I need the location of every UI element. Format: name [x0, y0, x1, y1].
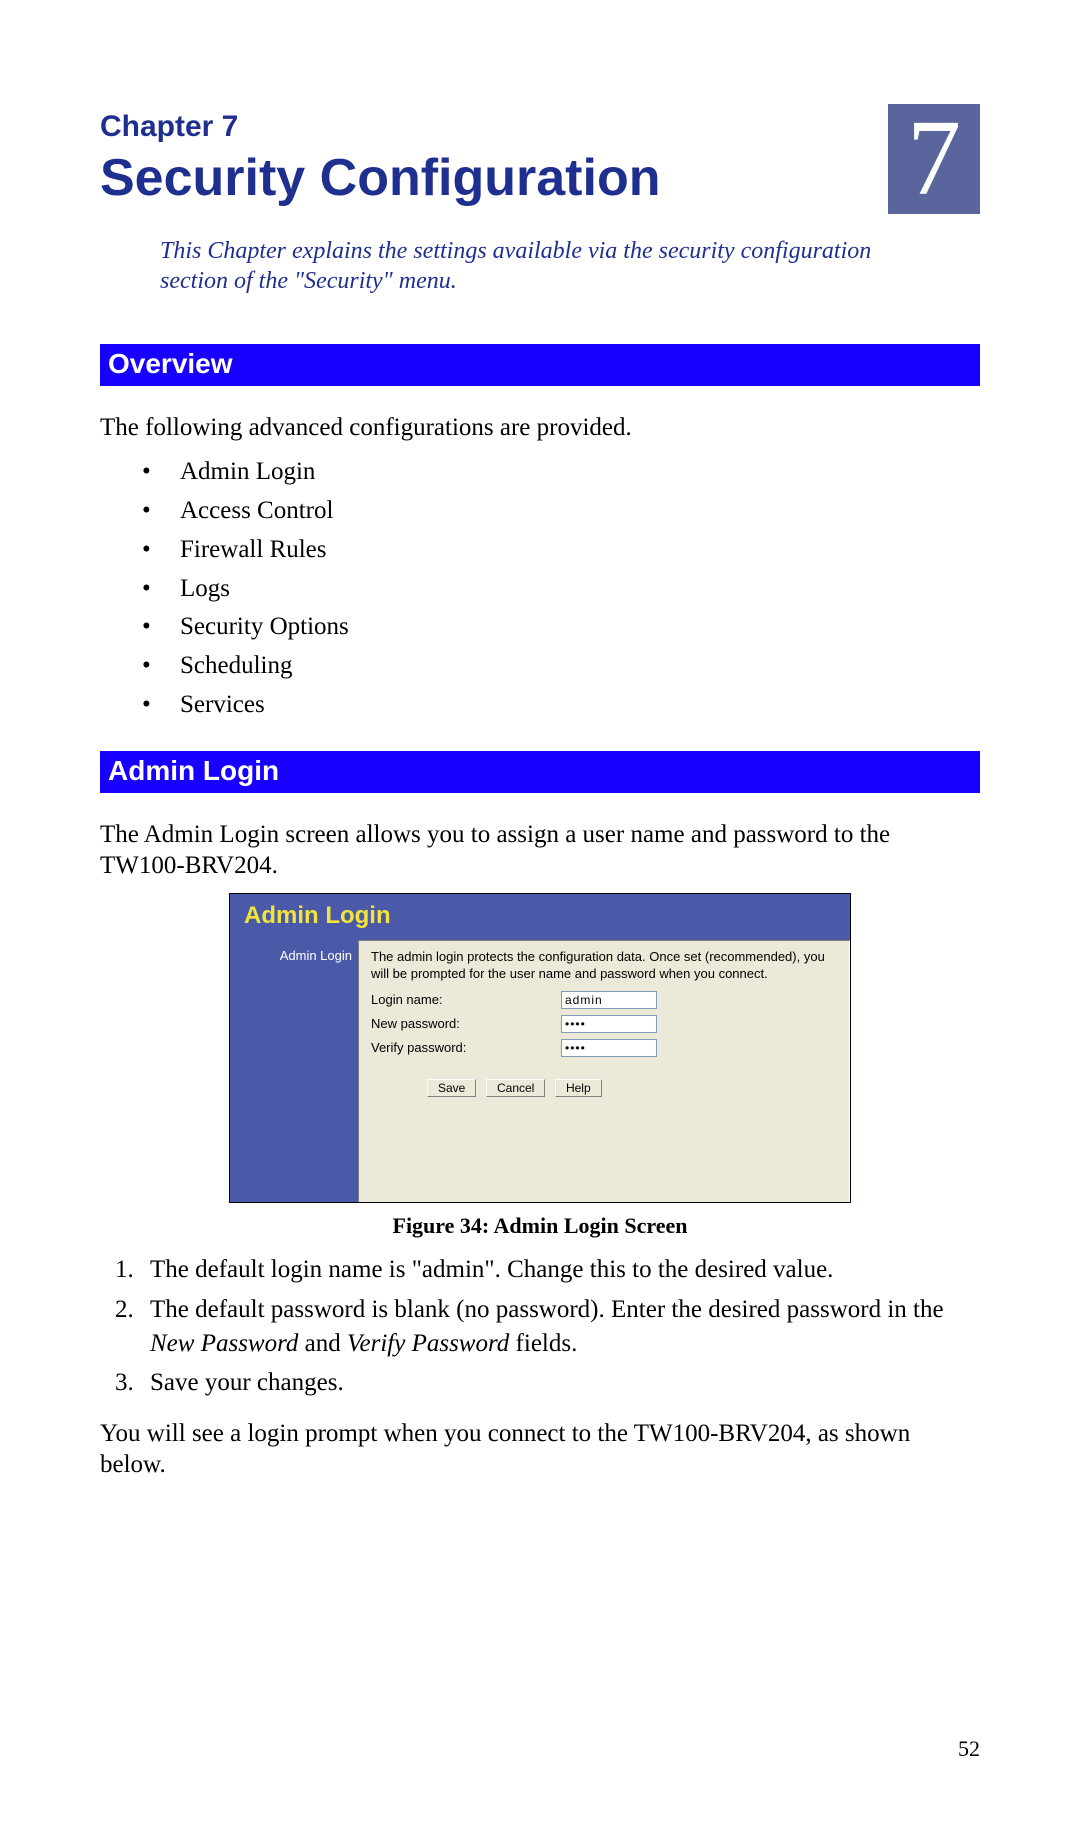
save-button[interactable]: Save [427, 1079, 476, 1097]
list-item: The default login name is "admin". Chang… [140, 1253, 980, 1287]
section-heading-admin-login: Admin Login [100, 751, 980, 793]
list-item: The default password is blank (no passwo… [140, 1293, 980, 1361]
list-item: Services [180, 686, 980, 725]
step2-italic-1: New Password [150, 1330, 298, 1357]
list-item: Admin Login [180, 453, 980, 492]
figure-caption: Figure 34: Admin Login Screen [100, 1213, 980, 1239]
chapter-intro: This Chapter explains the settings avail… [160, 236, 900, 296]
list-item: Access Control [180, 492, 980, 531]
list-item: Scheduling [180, 647, 980, 686]
screenshot-description: The admin login protects the configurati… [371, 949, 837, 983]
new-password-input[interactable]: •••• [561, 1015, 657, 1033]
verify-password-label: Verify password: [371, 1040, 561, 1055]
chapter-number-box: 7 [888, 104, 980, 214]
form-row-login: Login name: admin [371, 991, 837, 1009]
screenshot-title: Admin Login [230, 894, 850, 940]
page-number: 52 [958, 1736, 980, 1762]
step2-text-mid: and [298, 1330, 347, 1357]
button-row: Save Cancel Help [371, 1079, 837, 1097]
chapter-title: Security Configuration [100, 148, 980, 208]
step2-text-a: The default password is blank (no passwo… [150, 1296, 944, 1323]
closing-text: You will see a login prompt when you con… [100, 1418, 980, 1481]
document-page: 7 Chapter 7 Security Configuration This … [0, 0, 1080, 1822]
list-item: Save your changes. [140, 1366, 980, 1400]
cancel-button[interactable]: Cancel [486, 1079, 545, 1097]
step2-text-b: fields. [509, 1330, 577, 1357]
step2-italic-2: Verify Password [347, 1330, 509, 1357]
login-name-input[interactable]: admin [561, 991, 657, 1009]
new-password-label: New password: [371, 1016, 561, 1031]
screenshot-panel: The admin login protects the configurati… [358, 940, 850, 1202]
list-item: Logs [180, 570, 980, 609]
chapter-label: Chapter 7 [100, 110, 980, 144]
screenshot-body: Admin Login The admin login protects the… [230, 940, 850, 1202]
form-row-new-password: New password: •••• [371, 1015, 837, 1033]
overview-list: Admin Login Access Control Firewall Rule… [100, 453, 980, 724]
help-button[interactable]: Help [555, 1079, 602, 1097]
list-item: Firewall Rules [180, 531, 980, 570]
list-item: Security Options [180, 608, 980, 647]
steps-list: The default login name is "admin". Chang… [100, 1253, 980, 1400]
admin-login-lead: The Admin Login screen allows you to ass… [100, 819, 980, 882]
screenshot-side-label: Admin Login [230, 940, 358, 1202]
login-name-label: Login name: [371, 992, 561, 1007]
overview-lead: The following advanced configurations ar… [100, 412, 980, 443]
section-heading-overview: Overview [100, 344, 980, 386]
admin-login-screenshot: Admin Login Admin Login The admin login … [229, 893, 851, 1203]
form-row-verify-password: Verify password: •••• [371, 1039, 837, 1057]
verify-password-input[interactable]: •••• [561, 1039, 657, 1057]
